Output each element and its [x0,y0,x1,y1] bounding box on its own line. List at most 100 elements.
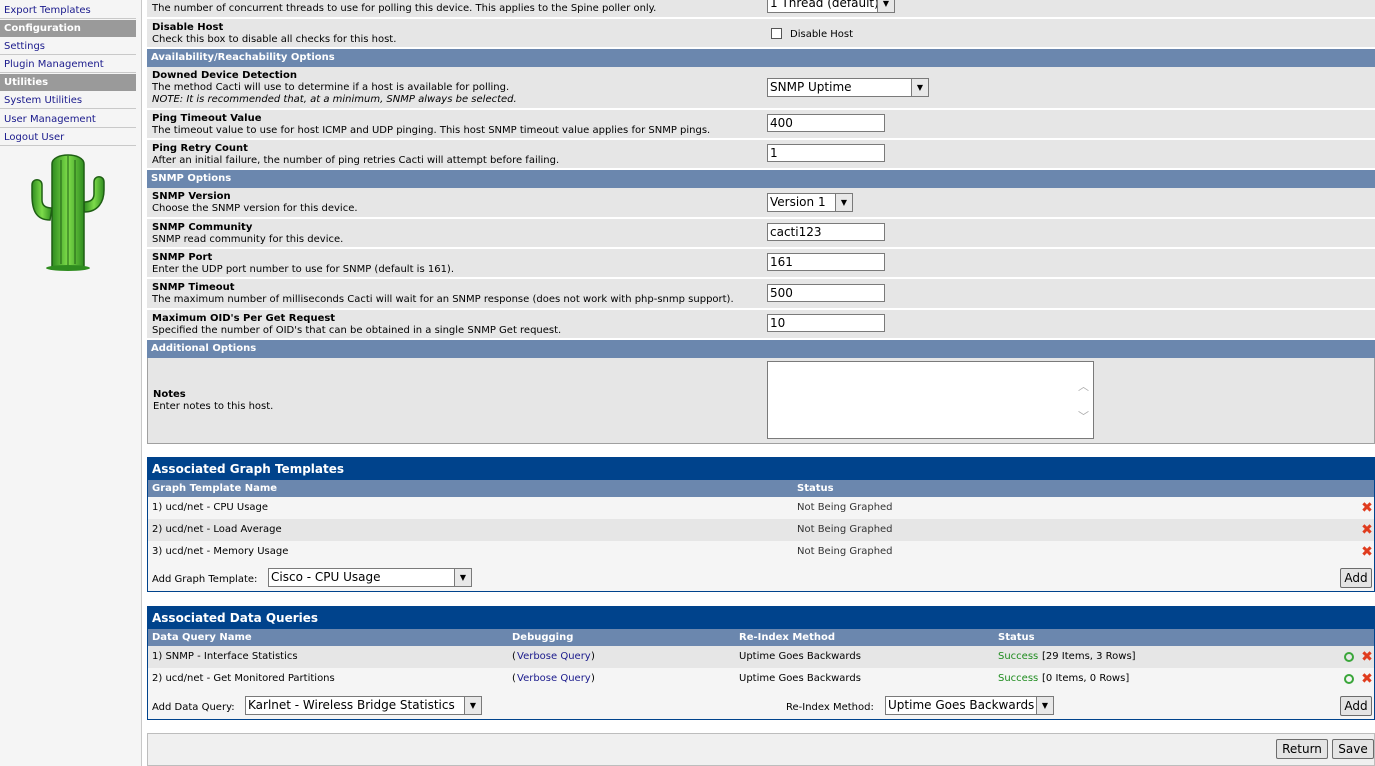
graph-templates-title: Associated Graph Templates [148,458,1374,480]
debug-open-paren: ( [512,673,516,684]
snmp-timeout-description: The maximum number of milliseconds Cacti… [152,294,734,305]
add-graph-template-select[interactable]: Cisco - CPU Usage ▼ [268,568,472,587]
chevron-down-icon: ▼ [464,697,481,714]
delete-icon[interactable]: ✖ [1361,672,1373,686]
section-additional: Additional Options [147,340,1375,358]
data-queries-title: Associated Data Queries [148,607,1374,629]
form-row-notes: Notes Enter notes to this host. ︿ ﹀ [147,358,1375,444]
status-detail: [0 Items, 0 Rows] [1042,673,1130,684]
snmp-port-title: SNMP Port [152,252,213,263]
add-graph-template-label: Add Graph Template: [152,574,258,585]
sidebar: Export Templates Configuration Settings … [0,0,142,766]
col-data-query-name: Data Query Name [152,632,252,643]
downed-detection-title: Downed Device Detection [152,70,297,81]
max-oids-title: Maximum OID's Per Get Request [152,313,336,324]
sidebar-item-settings[interactable]: Settings [0,38,136,55]
reindex-method: Uptime Goes Backwards [739,651,861,662]
chevron-down-icon: ▼ [911,79,928,96]
downed-detection-note: NOTE: It is recommended that, at a minim… [152,94,517,105]
footer-bar: Return Save [147,733,1375,766]
reindex-method-select[interactable]: Uptime Goes Backwards ▼ [885,696,1054,715]
reload-icon[interactable] [1344,674,1354,684]
verbose-query-link[interactable]: Verbose Query [517,646,591,668]
add-data-query-button[interactable]: Add [1340,696,1372,716]
ping-timeout-title: Ping Timeout Value [152,113,262,124]
disable-host-description: Check this box to disable all checks for… [152,34,397,45]
reindex-method: Uptime Goes Backwards [739,673,861,684]
threads-description: The number of concurrent threads to use … [152,3,657,14]
snmp-version-select[interactable]: Version 1 ▼ [767,193,853,212]
snmp-port-input[interactable]: 161 [767,253,885,271]
threads-select-value: 1 Thread (default) [770,0,879,10]
graph-template-name: 1) ucd/net - CPU Usage [152,502,269,513]
notes-title: Notes [153,389,186,400]
debug-close-paren: ) [591,673,595,684]
delete-icon[interactable]: ✖ [1361,501,1373,515]
form-row-snmp-port: SNMP Port Enter the UDP port number to u… [147,249,1375,278]
status-success: Success [998,651,1039,662]
scroll-down-icon[interactable]: ﹀ [1078,408,1089,424]
snmp-port-description: Enter the UDP port number to use for SNM… [152,264,455,275]
snmp-community-title: SNMP Community [152,222,253,233]
form-row-threads: The number of concurrent threads to use … [147,0,1375,18]
threads-select[interactable]: 1 Thread (default) ▼ [767,0,895,13]
disable-host-checkbox-label: Disable Host [790,29,854,40]
disable-host-checkbox[interactable] [771,28,782,39]
data-query-name: 2) ucd/net - Get Monitored Partitions [152,673,335,684]
form-row-ping-retry: Ping Retry Count After an initial failur… [147,140,1375,169]
graph-templates-panel: Associated Graph Templates Graph Templat… [147,457,1375,592]
data-queries-panel: Associated Data Queries Data Query Name … [147,606,1375,720]
form-row-downed-detection: Downed Device Detection The method Cacti… [147,67,1375,109]
snmp-version-title: SNMP Version [152,191,231,202]
scroll-up-icon[interactable]: ︿ [1078,378,1089,394]
delete-icon[interactable]: ✖ [1361,523,1373,537]
ping-retry-description: After an initial failure, the number of … [152,155,560,166]
section-availability: Availability/Reachability Options [147,49,1375,67]
snmp-community-input[interactable]: cacti123 [767,223,885,241]
sidebar-item-user-management[interactable]: User Management [0,111,136,128]
delete-icon[interactable]: ✖ [1361,545,1373,559]
sidebar-item-export-templates[interactable]: Export Templates [0,2,136,19]
max-oids-input[interactable]: 10 [767,314,885,332]
chevron-down-icon: ▼ [1036,697,1053,714]
sidebar-header-configuration: Configuration [0,20,136,37]
form-row-snmp-timeout: SNMP Timeout The maximum number of milli… [147,279,1375,309]
add-graph-template-value: Cisco - CPU Usage [271,570,381,584]
form-row-ping-timeout: Ping Timeout Value The timeout value to … [147,110,1375,139]
table-row: 3) ucd/net - Memory Usage Not Being Grap… [148,541,1374,563]
downed-detection-select[interactable]: SNMP Uptime ▼ [767,78,929,97]
sidebar-item-system-utilities[interactable]: System Utilities [0,92,136,109]
add-data-query-label: Add Data Query: [152,702,235,713]
delete-icon[interactable]: ✖ [1361,650,1373,664]
status-success: Success [998,673,1039,684]
form-row-snmp-version: SNMP Version Choose the SNMP version for… [147,188,1375,218]
debug-open-paren: ( [512,651,516,662]
graph-template-name: 3) ucd/net - Memory Usage [152,546,289,557]
status-detail: [29 Items, 3 Rows] [1042,651,1136,662]
form-row-max-oids: Maximum OID's Per Get Request Specified … [147,310,1375,339]
add-data-query-select[interactable]: Karlnet - Wireless Bridge Statistics ▼ [245,696,482,715]
col-status: Status [998,632,1035,643]
ping-timeout-description: The timeout value to use for host ICMP a… [152,125,711,136]
ping-retry-input[interactable]: 1 [767,144,885,162]
return-button[interactable]: Return [1276,739,1328,759]
table-row: 2) ucd/net - Get Monitored Partitions ( … [148,668,1374,690]
section-snmp: SNMP Options [147,170,1375,188]
add-graph-template-button[interactable]: Add [1340,568,1372,588]
save-button[interactable]: Save [1332,739,1374,759]
snmp-timeout-input[interactable]: 500 [767,284,885,302]
reload-icon[interactable] [1344,652,1354,662]
ping-timeout-input[interactable]: 400 [767,114,885,132]
snmp-version-description: Choose the SNMP version for this device. [152,203,358,214]
reindex-method-value: Uptime Goes Backwards [888,698,1035,712]
downed-detection-description: The method Cacti will use to determine i… [152,82,510,93]
sidebar-item-plugin-management[interactable]: Plugin Management [0,56,136,73]
chevron-down-icon: ▼ [877,0,894,12]
graph-template-status: Not Being Graphed [797,502,893,513]
notes-textarea[interactable] [767,361,1094,439]
sidebar-item-logout-user[interactable]: Logout User [0,129,136,146]
graph-templates-header: Graph Template Name Status [148,480,1374,497]
chevron-down-icon: ▼ [454,569,471,586]
snmp-timeout-title: SNMP Timeout [152,282,235,293]
verbose-query-link[interactable]: Verbose Query [517,668,591,690]
